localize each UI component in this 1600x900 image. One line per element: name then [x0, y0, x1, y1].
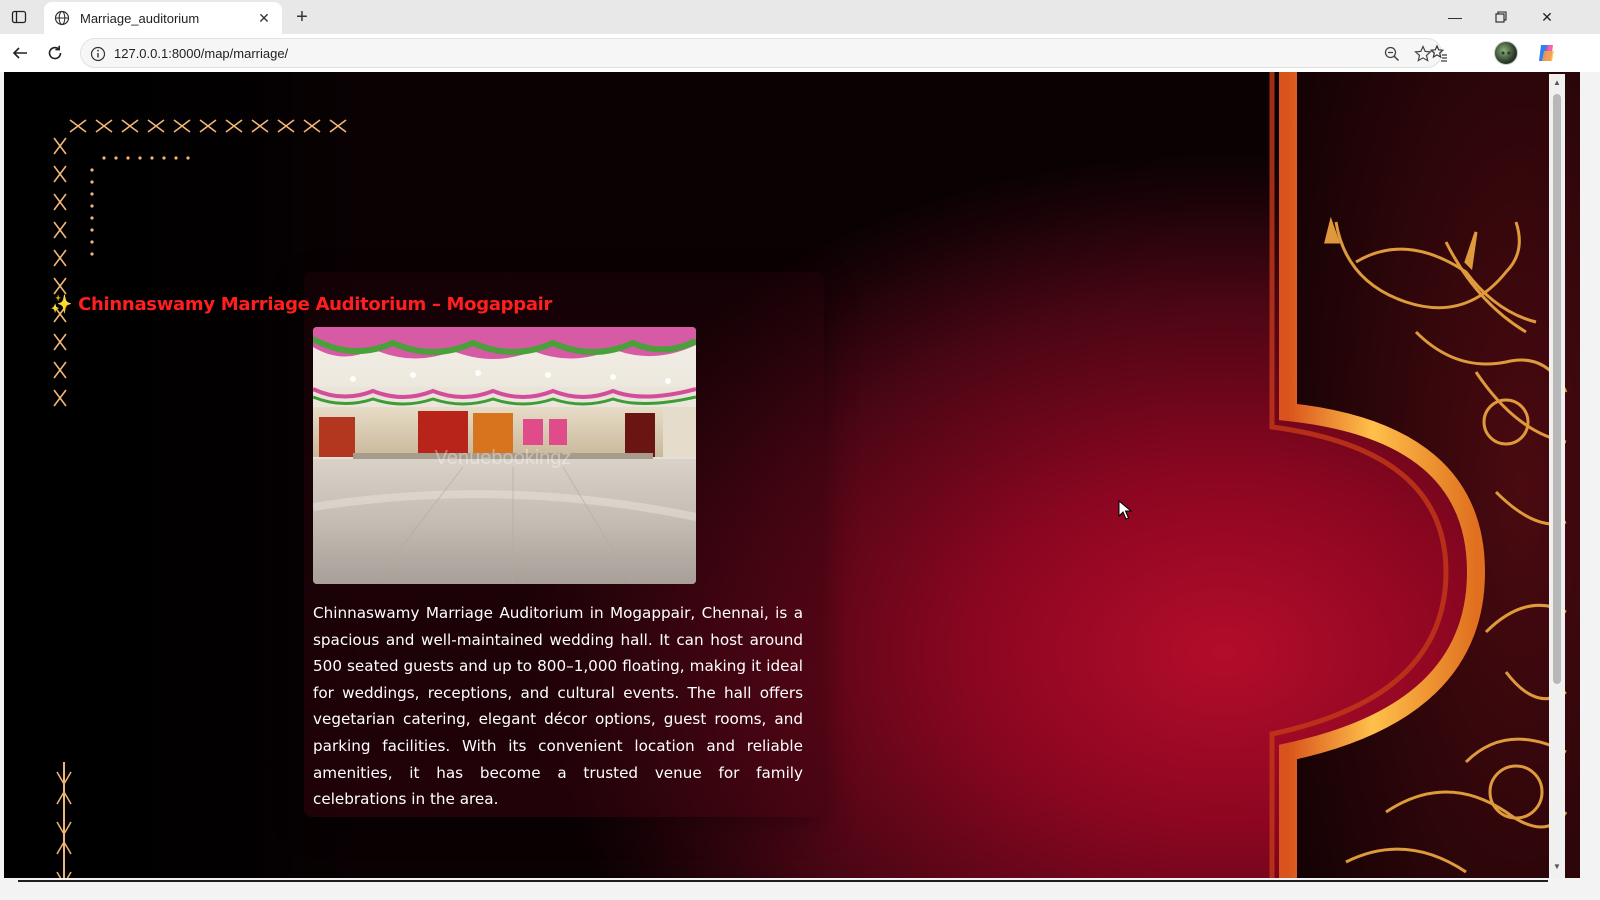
- page-viewport: ✨ Chinnaswamy Marriage Auditorium – Mogap…: [4, 72, 1580, 898]
- info-icon[interactable]: [89, 45, 107, 63]
- tab-strip: Marriage_auditorium ✕ + — ✕: [0, 0, 1600, 34]
- new-tab-icon[interactable]: +: [290, 5, 314, 29]
- favorites-icon[interactable]: [1428, 42, 1450, 64]
- globe-icon: [54, 10, 70, 26]
- scroll-up-icon[interactable]: ▲: [1552, 78, 1562, 88]
- venue-title: ✨ Chinnaswamy Marriage Auditorium – Mogap…: [50, 294, 552, 315]
- mouse-cursor-icon: [1118, 500, 1132, 520]
- tab-title: Marriage_auditorium: [80, 10, 200, 26]
- sparkle-icon: ✨: [50, 294, 73, 315]
- browser-toolbar: 127.0.0.1:8000/map/marriage/: [0, 34, 1600, 72]
- tab-actions-icon[interactable]: [8, 6, 30, 28]
- scroll-down-icon[interactable]: ▼: [1552, 862, 1562, 872]
- active-tab[interactable]: Marriage_auditorium ✕: [44, 2, 282, 34]
- copilot-icon[interactable]: [1535, 42, 1557, 64]
- horizontal-scroll-indicator: [18, 880, 1548, 882]
- reload-icon[interactable]: [43, 41, 67, 65]
- restore-icon[interactable]: [1478, 0, 1524, 34]
- minimize-icon[interactable]: —: [1432, 0, 1478, 34]
- more-icon[interactable]: [1498, 42, 1520, 64]
- mandala-ornament: [1269, 72, 1580, 898]
- zoom-out-icon[interactable]: [1383, 45, 1401, 63]
- venue-photo: Venuebookingz: [313, 327, 696, 584]
- window-close-icon[interactable]: ✕: [1524, 0, 1570, 34]
- venue-description: Chinnaswamy Marriage Auditorium in Mogap…: [313, 604, 803, 809]
- back-icon[interactable]: [8, 41, 32, 65]
- address-bar[interactable]: 127.0.0.1:8000/map/marriage/: [80, 38, 1442, 68]
- scrollbar-thumb[interactable]: [1553, 94, 1561, 684]
- photo-watermark: Venuebookingz: [435, 447, 572, 469]
- venue-title-text: Chinnaswamy Marriage Auditorium – Mogapp…: [78, 294, 553, 315]
- close-icon[interactable]: ✕: [254, 8, 274, 28]
- page-scrollbar[interactable]: ▲ ▼: [1549, 74, 1565, 878]
- url-text[interactable]: 127.0.0.1:8000/map/marriage/: [114, 46, 288, 61]
